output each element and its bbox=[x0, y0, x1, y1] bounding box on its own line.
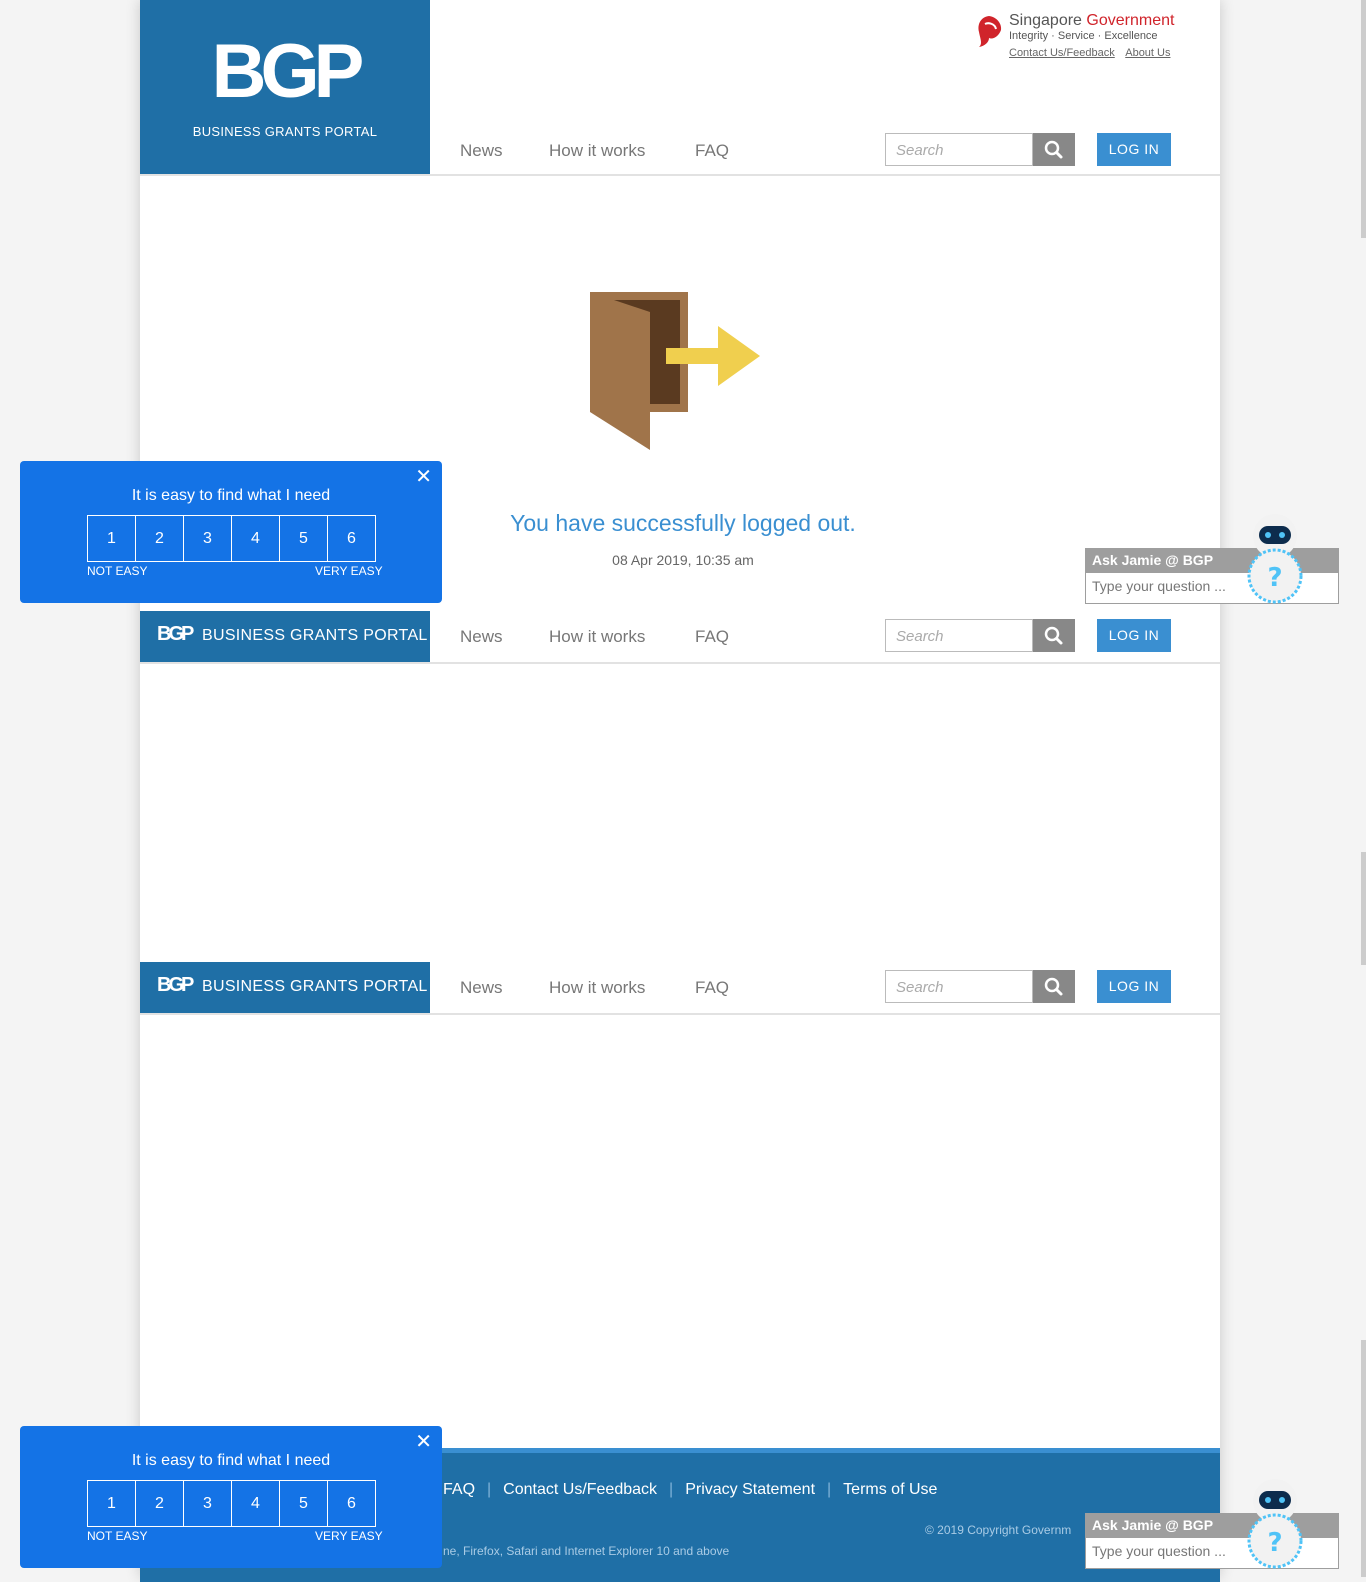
scale-high-label: VERY EASY bbox=[315, 564, 383, 578]
page-container bbox=[140, 0, 1220, 1577]
lion-head-icon bbox=[978, 16, 1002, 47]
login-button[interactable]: LOG IN bbox=[1097, 970, 1171, 1003]
nav-how-it-works[interactable]: How it works bbox=[549, 141, 645, 161]
rating-option-4[interactable]: 4 bbox=[232, 1481, 280, 1526]
footer-separator: | bbox=[487, 1481, 492, 1498]
nav-how-it-works[interactable]: How it works bbox=[549, 627, 645, 647]
search-icon bbox=[1044, 977, 1063, 996]
search-button[interactable] bbox=[1033, 133, 1075, 166]
scale-low-label: NOT EASY bbox=[87, 1529, 148, 1543]
login-button[interactable]: LOG IN bbox=[1097, 619, 1171, 652]
feedback-survey: ✕ It is easy to find what I need 1 2 3 4… bbox=[20, 1426, 442, 1568]
svg-text:?: ? bbox=[1267, 563, 1282, 593]
sticky-logo-text: BUSINESS GRANTS PORTAL bbox=[202, 978, 428, 995]
footer-browser-support: ne, Firefox, Safari and Internet Explore… bbox=[443, 1544, 730, 1558]
footer-faq-link[interactable]: FAQ bbox=[443, 1481, 475, 1498]
sticky-logo[interactable]: BGP BUSINESS GRANTS PORTAL bbox=[140, 962, 430, 1013]
rating-option-5[interactable]: 5 bbox=[280, 1481, 328, 1526]
header-divider bbox=[140, 662, 1220, 664]
scale-low-label: NOT EASY bbox=[87, 564, 148, 578]
ask-jamie-chat: Ask Jamie @ BGP Type your question ... ? bbox=[1085, 1479, 1341, 1573]
nav-faq[interactable]: FAQ bbox=[695, 141, 729, 161]
footer-separator: | bbox=[827, 1481, 832, 1498]
search-icon bbox=[1044, 140, 1063, 159]
contact-feedback-link[interactable]: Contact Us/Feedback bbox=[1009, 47, 1115, 59]
nav-how-it-works[interactable]: How it works bbox=[549, 978, 645, 998]
footer-separator: | bbox=[669, 1481, 674, 1498]
rating-option-4[interactable]: 4 bbox=[232, 516, 280, 561]
rating-option-1[interactable]: 1 bbox=[88, 1481, 136, 1526]
search-button[interactable] bbox=[1033, 619, 1075, 652]
login-button[interactable]: LOG IN bbox=[1097, 133, 1171, 166]
scrollbar-thumb[interactable] bbox=[1361, 852, 1366, 965]
rating-scale: 1 2 3 4 5 6 bbox=[87, 515, 376, 562]
logout-door-icon bbox=[590, 292, 760, 450]
rating-option-3[interactable]: 3 bbox=[184, 516, 232, 561]
search-button[interactable] bbox=[1033, 970, 1075, 1003]
ask-jamie-chat: Ask Jamie @ BGP Type your question ... ? bbox=[1085, 514, 1341, 608]
rating-option-2[interactable]: 2 bbox=[136, 516, 184, 561]
footer-terms-link[interactable]: Terms of Use bbox=[843, 1481, 937, 1498]
scrollbar-thumb[interactable] bbox=[1361, 0, 1366, 238]
sticky-logo[interactable]: BGP BUSINESS GRANTS PORTAL bbox=[140, 611, 430, 662]
rating-option-5[interactable]: 5 bbox=[280, 516, 328, 561]
nav-news[interactable]: News bbox=[460, 627, 503, 647]
search-input[interactable]: Search bbox=[885, 970, 1033, 1003]
gov-motto: Integrity · Service · Excellence bbox=[1009, 30, 1158, 42]
robot-icon[interactable]: ? bbox=[1225, 1473, 1325, 1573]
search-input[interactable]: Search bbox=[885, 619, 1033, 652]
robot-icon[interactable]: ? bbox=[1225, 508, 1325, 608]
search-icon bbox=[1044, 626, 1063, 645]
rating-option-2[interactable]: 2 bbox=[136, 1481, 184, 1526]
gov-name: Singapore Government bbox=[1009, 12, 1175, 29]
scale-high-label: VERY EASY bbox=[315, 1529, 383, 1543]
footer-copyright: © 2019 Copyright Governm bbox=[925, 1523, 1072, 1537]
rating-option-3[interactable]: 3 bbox=[184, 1481, 232, 1526]
scrollbar-thumb[interactable] bbox=[1361, 1340, 1366, 1577]
search-input[interactable]: Search bbox=[885, 133, 1033, 166]
logo-tagline: BUSINESS GRANTS PORTAL bbox=[192, 124, 378, 139]
sticky-logo-mark: BGP bbox=[157, 974, 194, 996]
header-divider bbox=[140, 1013, 1220, 1015]
nav-faq[interactable]: FAQ bbox=[695, 978, 729, 998]
feedback-survey: ✕ It is easy to find what I need 1 2 3 4… bbox=[20, 461, 442, 603]
rating-option-6[interactable]: 6 bbox=[328, 1481, 375, 1526]
logo-mark: BGP bbox=[211, 29, 365, 114]
about-us-link[interactable]: About Us bbox=[1125, 47, 1170, 59]
singapore-government-brand: Singapore Government Integrity · Service… bbox=[975, 12, 1175, 62]
svg-text:?: ? bbox=[1267, 1528, 1282, 1558]
rating-option-6[interactable]: 6 bbox=[328, 516, 375, 561]
nav-news[interactable]: News bbox=[460, 141, 503, 161]
sticky-logo-text: BUSINESS GRANTS PORTAL bbox=[202, 627, 428, 644]
survey-question: It is easy to find what I need bbox=[131, 1452, 331, 1469]
footer-links: FAQ | Contact Us/Feedback | Privacy Statemen… bbox=[443, 1481, 937, 1499]
footer-contact-link[interactable]: Contact Us/Feedback bbox=[503, 1481, 657, 1498]
close-icon[interactable]: ✕ bbox=[415, 1429, 432, 1454]
close-icon[interactable]: ✕ bbox=[415, 464, 432, 489]
rating-scale: 1 2 3 4 5 6 bbox=[87, 1480, 376, 1527]
footer-privacy-link[interactable]: Privacy Statement bbox=[685, 1481, 815, 1498]
rating-option-1[interactable]: 1 bbox=[88, 516, 136, 561]
bgp-logo[interactable]: BGP BUSINESS GRANTS PORTAL bbox=[140, 0, 430, 175]
nav-news[interactable]: News bbox=[460, 978, 503, 998]
gov-links: Contact Us/Feedback About Us bbox=[1009, 47, 1178, 59]
nav-faq[interactable]: FAQ bbox=[695, 627, 729, 647]
sticky-logo-mark: BGP bbox=[157, 623, 194, 645]
header-divider bbox=[140, 174, 1220, 176]
survey-question: It is easy to find what I need bbox=[131, 487, 331, 504]
